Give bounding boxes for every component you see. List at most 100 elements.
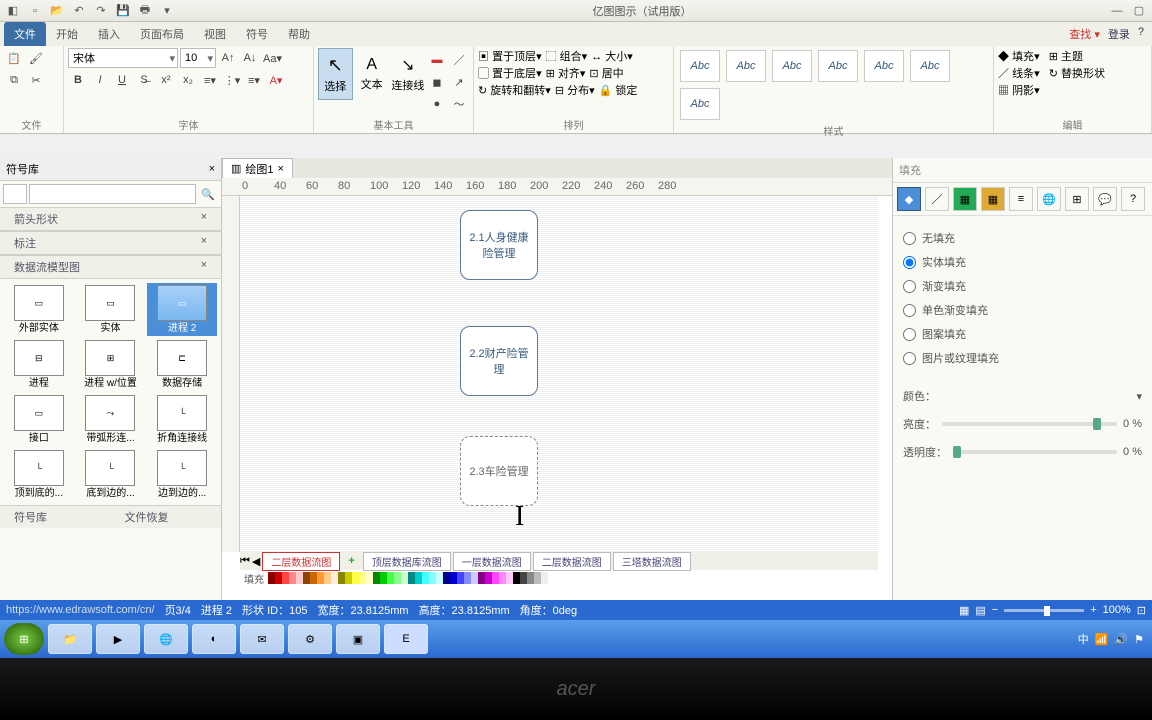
taskbar-app3[interactable]: ⚙ (288, 624, 332, 654)
taskbar-explorer[interactable]: 📁 (48, 624, 92, 654)
swatch[interactable] (289, 572, 296, 584)
search-input[interactable] (29, 184, 196, 204)
brightness-slider[interactable] (942, 422, 1117, 426)
swatch[interactable] (527, 572, 534, 584)
shape-circle-icon[interactable]: ● (427, 94, 447, 114)
shape-bs-conn[interactable]: └底到边的... (76, 448, 146, 501)
swatch[interactable] (268, 572, 275, 584)
strike-icon[interactable]: S̶ (134, 70, 154, 90)
swatch[interactable] (296, 572, 303, 584)
font-shrink-icon[interactable]: A↓ (240, 48, 260, 68)
start-button[interactable]: ⊞ (4, 623, 44, 655)
radio-no-fill[interactable]: 无填充 (893, 226, 1152, 250)
align-text-icon[interactable]: ≡▾ (244, 70, 264, 90)
swatch[interactable] (359, 572, 366, 584)
node-2[interactable]: 2.2财产险管 理 (460, 326, 538, 396)
tab-help[interactable]: 帮助 (278, 22, 320, 46)
tab-start[interactable]: 开始 (46, 22, 88, 46)
search-icon[interactable]: 🔍 (198, 184, 218, 204)
redo-icon[interactable]: ↷ (92, 2, 110, 20)
taskbar-media[interactable]: ▶ (96, 624, 140, 654)
swatch[interactable] (478, 572, 485, 584)
tab-layout[interactable]: 页面布局 (130, 22, 194, 46)
swatch[interactable] (373, 572, 380, 584)
swatch[interactable] (520, 572, 527, 584)
swatch[interactable] (380, 572, 387, 584)
swatch[interactable] (450, 572, 457, 584)
sheet-3[interactable]: 一层数据流图 (453, 552, 531, 571)
system-tray[interactable]: 中 📶 🔊 ⚑ (1078, 631, 1148, 647)
document-tab[interactable]: ▥ 绘图1 × (222, 158, 293, 179)
node-1[interactable]: 2.1人身健康 险管理 (460, 210, 538, 280)
font-color-icon[interactable]: A▾ (266, 70, 286, 90)
node-3-editing[interactable]: 2.3车险管理 (460, 436, 538, 506)
fill-btn[interactable]: ◆ 填充▾ ⊞ 主题 (998, 48, 1083, 64)
radio-pattern-fill[interactable]: 图案填充 (893, 322, 1152, 346)
cut-icon[interactable]: ✂ (26, 70, 46, 90)
close-library-icon[interactable]: × (209, 163, 215, 175)
radio-gradient-fill[interactable]: 渐变填充 (893, 274, 1152, 298)
app-menu-icon[interactable]: ◧ (4, 2, 22, 20)
tab-symbol[interactable]: 符号 (236, 22, 278, 46)
swatch[interactable] (492, 572, 499, 584)
fill-tab-icon[interactable]: ◆ (897, 187, 921, 211)
new-icon[interactable]: ▫ (26, 2, 44, 20)
shape-process[interactable]: ⊟进程 (4, 338, 74, 391)
swatch[interactable] (464, 572, 471, 584)
font-case-icon[interactable]: Aa▾ (262, 48, 283, 68)
copy-icon[interactable]: ⧉ (4, 70, 24, 90)
swatch[interactable] (310, 572, 317, 584)
tab-insert[interactable]: 插入 (88, 22, 130, 46)
tab-recovery[interactable]: 文件恢复 (111, 506, 222, 528)
open-icon[interactable]: 📂 (48, 2, 66, 20)
arrow-icon[interactable]: ↗ (449, 72, 469, 92)
swatch[interactable] (366, 572, 373, 584)
shape-ss-conn[interactable]: └边到边的... (147, 448, 217, 501)
style-preset-5[interactable]: Abc (864, 50, 904, 82)
color-palette[interactable] (268, 572, 555, 584)
library-category-select[interactable] (3, 184, 27, 204)
maximize-icon[interactable]: ▢ (1130, 2, 1148, 20)
print-icon[interactable]: 🖶 (136, 2, 154, 20)
category-arrows[interactable]: 箭头形状× (0, 207, 221, 231)
style-preset-4[interactable]: Abc (818, 50, 858, 82)
taskbar-app2[interactable]: ✉ (240, 624, 284, 654)
swatch[interactable] (275, 572, 282, 584)
sheet-1[interactable]: 二层数据流图 (262, 552, 340, 571)
radio-mono-gradient[interactable]: 单色渐变填充 (893, 298, 1152, 322)
taskbar-edraw[interactable]: E (384, 624, 428, 654)
shape-process-2[interactable]: ▭进程 2 (147, 283, 217, 336)
gradient-tab-icon[interactable]: ▦ (981, 187, 1005, 211)
zoom-in-icon[interactable]: + (1090, 604, 1096, 616)
shape-rect-icon[interactable]: ▬ (427, 50, 447, 70)
swatch[interactable] (429, 572, 436, 584)
underline-icon[interactable]: U (112, 70, 132, 90)
color-picker-icon[interactable]: ▾ (1136, 390, 1142, 403)
shadow-btn[interactable]: ▦ 阴影▾ (998, 82, 1040, 98)
curve-icon[interactable]: ～ (449, 94, 469, 114)
undo-icon[interactable]: ↶ (70, 2, 88, 20)
tab-view[interactable]: 视图 (194, 22, 236, 46)
swatch[interactable] (436, 572, 443, 584)
swatch[interactable] (513, 572, 520, 584)
sheet-5[interactable]: 三塔数据流图 (613, 552, 691, 571)
comment-tab-icon[interactable]: 💬 (1093, 187, 1117, 211)
super-icon[interactable]: x² (156, 70, 176, 90)
connector-tool[interactable]: ↘连接线 (391, 48, 425, 100)
swatch[interactable] (345, 572, 352, 584)
send-back-btn[interactable]: ▢ 置于底层▾ (478, 65, 542, 81)
swatch[interactable] (422, 572, 429, 584)
shape-tb-conn[interactable]: └顶到底的... (4, 448, 74, 501)
sub-icon[interactable]: x₂ (178, 70, 198, 90)
sheet-2[interactable]: 顶层数据库流图 (363, 552, 451, 571)
distribute-btn[interactable]: ⊟ 分布▾ (555, 82, 595, 98)
minimize-icon[interactable]: — (1108, 2, 1126, 20)
sheet-nav-first[interactable]: ⏮ (240, 555, 250, 568)
add-sheet-icon[interactable]: + (342, 555, 360, 567)
swatch[interactable] (485, 572, 492, 584)
swatch[interactable] (401, 572, 408, 584)
more-icon[interactable]: ▾ (158, 2, 176, 20)
swatch[interactable] (506, 572, 513, 584)
bold-icon[interactable]: B (68, 70, 88, 90)
swatch[interactable] (303, 572, 310, 584)
